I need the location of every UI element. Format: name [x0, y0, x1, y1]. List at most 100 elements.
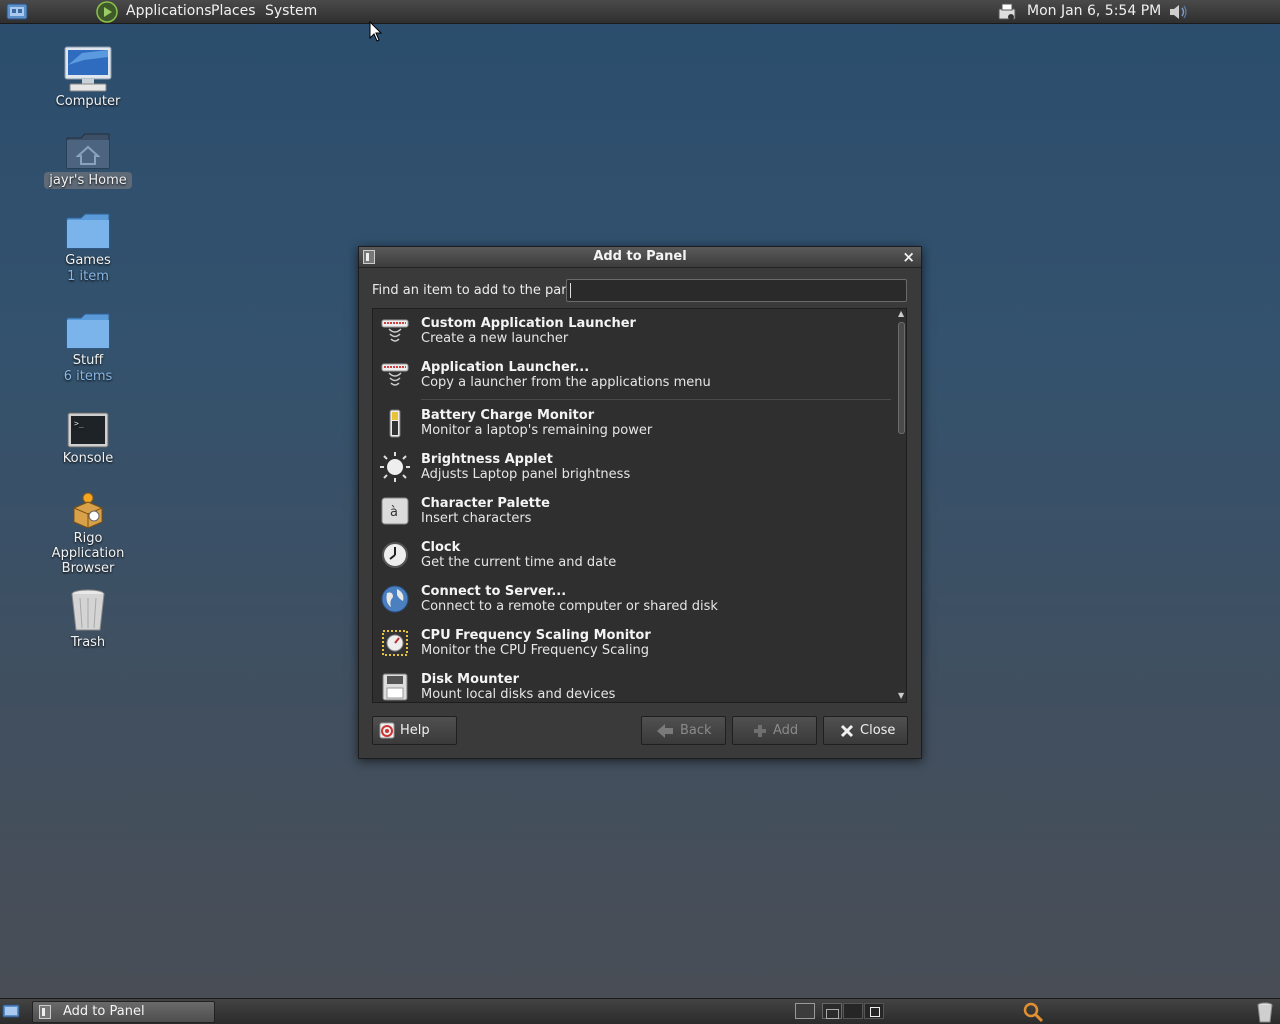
places-menu[interactable]: Places: [211, 3, 256, 19]
close-icon: [840, 724, 854, 738]
desktop-icon-games[interactable]: Games 1 item: [38, 210, 138, 285]
workspace-4[interactable]: [864, 1003, 884, 1019]
desktop-icon-label: Computer: [55, 94, 121, 109]
show-desktop-icon[interactable]: [2, 1003, 20, 1019]
bottom-panel: Add to Panel: [0, 998, 1280, 1024]
help-button[interactable]: Help: [372, 716, 457, 745]
computer-icon: [64, 46, 112, 92]
svg-text:>_: >_: [74, 419, 84, 428]
trash-icon[interactable]: [1256, 1001, 1274, 1023]
list-item-connect-to-server[interactable]: Connect to Server... Connect to a remote…: [373, 577, 893, 621]
folder-icon: [66, 213, 110, 249]
list-separator: [421, 399, 891, 400]
desktop-icon-label: jayr's Home: [44, 172, 132, 189]
close-button-label: Close: [860, 723, 896, 738]
desktop-icon-label: Stuff: [72, 353, 104, 368]
workspace-1[interactable]: [795, 1003, 815, 1019]
list-item-character-palette[interactable]: à Character Palette Insert characters: [373, 489, 893, 533]
workspace-3[interactable]: [843, 1003, 863, 1019]
list-item-application-launcher[interactable]: Application Launcher... Copy a launcher …: [373, 353, 893, 397]
item-description: Connect to a remote computer or shared d…: [421, 599, 718, 614]
scroll-down-arrow-icon[interactable]: ▼: [898, 691, 904, 700]
item-name: Character Palette: [421, 496, 550, 511]
launcher-icon: [381, 319, 409, 342]
item-name: Connect to Server...: [421, 584, 567, 599]
add-to-panel-dialog: Add to Panel × Find an item to add to th…: [358, 246, 922, 759]
launcher-icon: [381, 363, 409, 386]
list-item-disk-mounter[interactable]: Disk Mounter Mount local disks and devic…: [373, 665, 893, 702]
system-menu[interactable]: System: [265, 3, 317, 19]
back-arrow-icon: [657, 724, 673, 738]
home-folder-icon: [66, 133, 110, 169]
window-icon: [39, 1005, 51, 1019]
workspace-2[interactable]: [822, 1003, 842, 1019]
battery-icon: [389, 409, 401, 438]
folder-icon: [66, 313, 110, 349]
desktop-icon-rigo[interactable]: Rigo Application Browser: [38, 490, 138, 577]
plus-icon: [754, 725, 766, 737]
item-name: CPU Frequency Scaling Monitor: [421, 628, 651, 643]
scrollbar-thumb[interactable]: [898, 322, 905, 434]
item-description: Monitor a laptop's remaining power: [421, 423, 653, 438]
taskbar-button-add-to-panel[interactable]: Add to Panel: [32, 1001, 215, 1023]
clock-display[interactable]: Mon Jan 6, 5:54 PM: [1027, 3, 1161, 19]
floppy-icon: [382, 673, 408, 701]
help-icon: [379, 722, 395, 739]
svg-text:à: à: [390, 505, 398, 520]
character-icon: à: [381, 497, 409, 525]
list-item-brightness-applet[interactable]: Brightness Applet Adjusts Laptop panel b…: [373, 445, 893, 489]
list-item-cpu-frequency[interactable]: CPU Frequency Scaling Monitor Monitor th…: [373, 621, 893, 665]
list-item-battery-monitor[interactable]: Battery Charge Monitor Monitor a laptop'…: [373, 401, 893, 445]
item-name: Clock: [421, 540, 461, 555]
item-description: Mount local disks and devices: [421, 687, 616, 702]
list-scrollbar[interactable]: ▲ ▼: [896, 308, 908, 703]
terminal-icon: >_: [67, 412, 109, 448]
add-button[interactable]: Add: [732, 716, 817, 745]
mouse-pointer-icon: [369, 21, 383, 42]
main-menu-icon[interactable]: [6, 2, 28, 21]
desktop-icon-trash[interactable]: Trash: [38, 586, 138, 651]
item-description: Monitor the CPU Frequency Scaling: [421, 643, 649, 658]
search-icon[interactable]: [1022, 1001, 1044, 1023]
desktop-icon-computer[interactable]: Computer: [38, 45, 138, 110]
desktop-icon-label: Rigo Application Browser: [51, 531, 125, 576]
item-name: Battery Charge Monitor: [421, 408, 595, 423]
taskbar-label: Add to Panel: [63, 1004, 145, 1019]
text-caret: [570, 283, 571, 298]
printer-icon[interactable]: [996, 1, 1018, 23]
cpu-icon: [382, 630, 408, 656]
desktop-icon-stuff[interactable]: Stuff 6 items: [38, 310, 138, 385]
search-input[interactable]: [566, 279, 907, 302]
applications-menu[interactable]: Applications: [126, 3, 212, 19]
desktop-icon-konsole[interactable]: >_ Konsole: [38, 410, 138, 467]
scroll-up-arrow-icon[interactable]: ▲: [898, 309, 904, 318]
item-name: Custom Application Launcher: [421, 316, 636, 331]
desktop-icon-home[interactable]: jayr's Home: [38, 130, 138, 189]
top-panel: Applications Places System Mon Jan 6, 5:…: [0, 0, 1280, 24]
applet-list[interactable]: Custom Application Launcher Create a new…: [372, 308, 907, 703]
globe-icon: [381, 585, 409, 613]
desktop-icon-label: Konsole: [62, 451, 114, 466]
applications-icon[interactable]: [96, 1, 118, 23]
desktop-icon-count: 1 item: [67, 269, 109, 284]
back-button[interactable]: Back: [641, 716, 726, 745]
item-description: Create a new launcher: [421, 331, 569, 346]
item-description: Insert characters: [421, 511, 532, 526]
package-icon: [73, 492, 103, 529]
desktop-icon-label: Trash: [70, 635, 106, 650]
dialog-title: Add to Panel: [593, 249, 687, 264]
desktop-icon-count: 6 items: [63, 369, 113, 384]
back-button-label: Back: [680, 723, 712, 738]
item-name: Application Launcher...: [421, 360, 590, 375]
item-description: Copy a launcher from the applications me…: [421, 375, 711, 390]
item-name: Brightness Applet: [421, 452, 553, 467]
search-label: Find an item to add to the panel:: [372, 283, 586, 298]
desktop-icon-label: Games: [65, 253, 111, 268]
clock-icon: [382, 542, 408, 568]
volume-icon[interactable]: [1168, 3, 1190, 21]
list-item-custom-launcher[interactable]: Custom Application Launcher Create a new…: [373, 309, 893, 353]
close-button[interactable]: Close: [823, 716, 908, 745]
window-close-button[interactable]: ×: [902, 248, 915, 266]
dialog-titlebar[interactable]: Add to Panel ×: [359, 247, 921, 268]
list-item-clock[interactable]: Clock Get the current time and date: [373, 533, 893, 577]
